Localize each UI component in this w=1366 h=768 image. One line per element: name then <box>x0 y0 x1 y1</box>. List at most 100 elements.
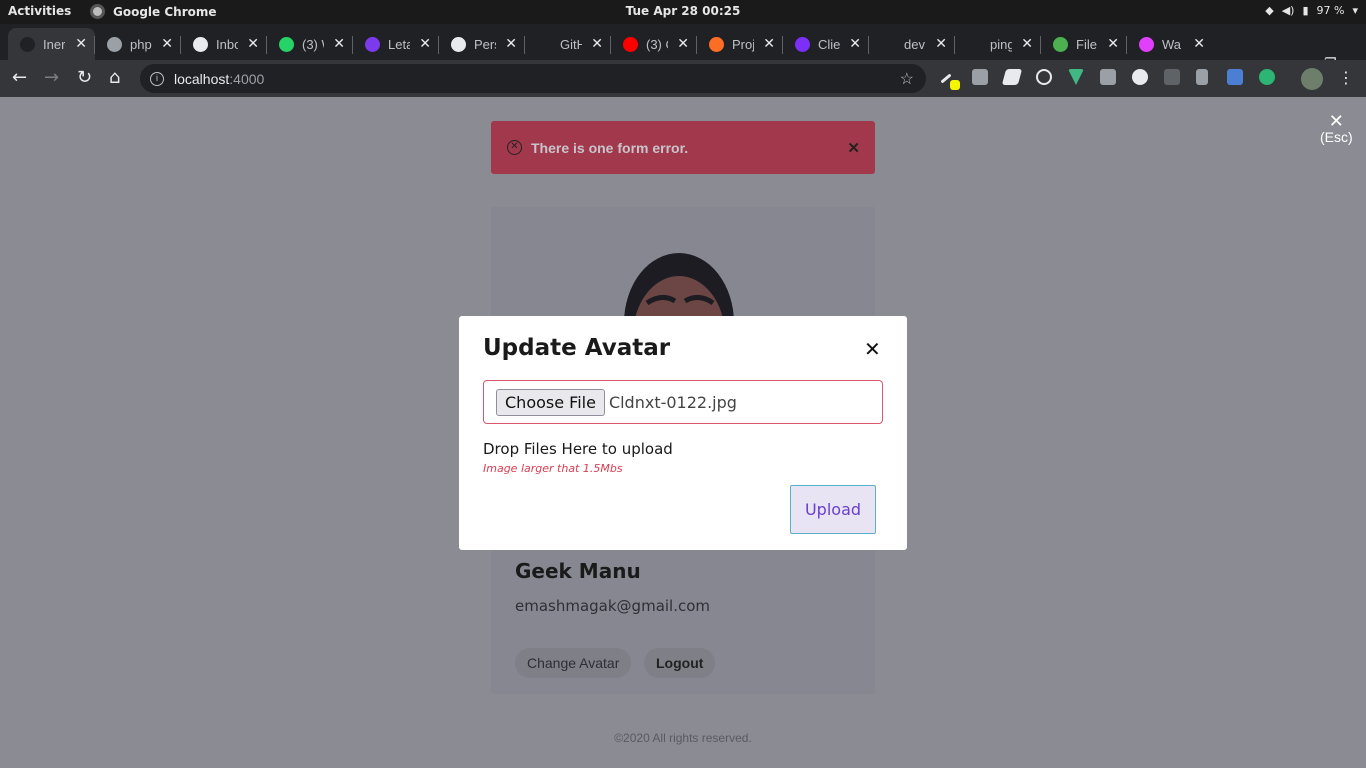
camera-extension-icon[interactable] <box>1100 69 1116 85</box>
tab-separator <box>1040 36 1041 54</box>
reload-icon[interactable]: ↻ <box>77 67 92 88</box>
choose-file-button[interactable]: Choose File <box>496 388 605 416</box>
bookmark-star-icon[interactable]: ☆ <box>900 69 914 89</box>
close-tab-icon[interactable]: ✕ <box>591 35 603 52</box>
tab-separator <box>782 36 783 54</box>
close-icon: ✕ <box>1328 111 1344 131</box>
react-devtools-icon[interactable] <box>1036 69 1052 85</box>
browser-tab[interactable]: Wa ✕ <box>1127 28 1213 60</box>
tab-favicon-icon <box>107 36 122 52</box>
tab-title: ping <box>990 36 1012 52</box>
address-bar[interactable]: i localhost:4000 ☆ <box>140 64 926 93</box>
browser-tab[interactable]: (3) C ✕ <box>611 28 697 60</box>
file-input[interactable]: Choose File Cldnxt-0122.jpg <box>483 380 883 424</box>
info-icon[interactable]: i <box>150 71 164 86</box>
tab-title: Leta <box>388 36 410 52</box>
close-tab-icon[interactable]: ✕ <box>1193 35 1205 52</box>
close-tab-icon[interactable]: ✕ <box>849 35 861 52</box>
browser-tab[interactable]: dev ✕ <box>869 28 955 60</box>
tab-favicon-icon <box>365 36 380 52</box>
tab-separator <box>352 36 353 54</box>
close-tab-icon[interactable]: ✕ <box>419 35 431 52</box>
tab-separator <box>610 36 611 54</box>
menu-kebab-icon[interactable]: ⋮ <box>1338 68 1354 87</box>
battery-percent: 97 % <box>1316 4 1345 17</box>
tab-separator <box>1126 36 1127 54</box>
browser-tab[interactable]: Proj ✕ <box>697 28 783 60</box>
close-tab-icon[interactable]: ✕ <box>1021 35 1033 52</box>
extension-icon-9[interactable] <box>1196 69 1208 85</box>
grammar-extension-icon[interactable] <box>1259 69 1275 85</box>
logout-button[interactable]: Logout <box>644 648 716 678</box>
tab-separator <box>180 36 181 54</box>
tab-favicon-icon <box>20 36 35 52</box>
extension-icon-7[interactable] <box>1132 69 1148 85</box>
profile-avatar[interactable] <box>1301 68 1323 90</box>
close-tab-icon[interactable]: ✕ <box>333 35 345 52</box>
form-error-alert: ✕ There is one form error. ✕ <box>491 121 875 174</box>
close-tab-icon[interactable]: ✕ <box>505 35 517 52</box>
close-tab-icon[interactable]: ✕ <box>75 35 87 52</box>
tab-title: Iner <box>43 36 65 52</box>
browser-tab[interactable]: Iner ✕ <box>8 28 95 60</box>
close-tab-icon[interactable]: ✕ <box>677 35 689 52</box>
tab-title: Clie <box>818 36 840 52</box>
browser-tab[interactable]: Inbox ✕ <box>181 28 267 60</box>
browser-tab[interactable]: Clie ✕ <box>783 28 869 60</box>
extension-icon-8[interactable] <box>1164 69 1180 85</box>
close-modal-esc[interactable]: ✕ (Esc) <box>1320 111 1353 145</box>
volume-icon: ◀) <box>1281 4 1295 17</box>
profile-name: Geek Manu <box>515 559 641 583</box>
browser-tab[interactable]: (3) W ✕ <box>267 28 353 60</box>
highlighter-extension-icon[interactable] <box>950 80 960 90</box>
browser-tab[interactable]: Pers ✕ <box>439 28 525 60</box>
forward-icon[interactable]: → <box>44 67 59 88</box>
extension-icon-3[interactable] <box>1001 69 1023 85</box>
app-menu[interactable]: Google Chrome <box>90 4 217 19</box>
tab-title: (3) C <box>646 36 668 52</box>
extension-icon-10[interactable] <box>1227 69 1243 85</box>
tab-title: Proj <box>732 36 754 52</box>
vue-devtools-icon[interactable] <box>1068 69 1084 85</box>
tab-separator <box>438 36 439 54</box>
browser-tab[interactable]: Leta ✕ <box>353 28 439 60</box>
close-tab-icon[interactable]: ✕ <box>1107 35 1119 52</box>
tab-separator <box>868 36 869 54</box>
tab-separator <box>524 36 525 54</box>
tab-separator <box>954 36 955 54</box>
modal-title: Update Avatar <box>483 335 671 361</box>
system-top-bar: Activities Google Chrome Tue Apr 28 00:2… <box>0 0 1366 24</box>
esc-label: (Esc) <box>1320 129 1353 145</box>
update-avatar-modal: Update Avatar ✕ Choose File Cldnxt-0122.… <box>459 316 907 550</box>
change-avatar-button[interactable]: Change Avatar <box>515 648 632 678</box>
url-port: :4000 <box>229 70 265 87</box>
chevron-down-icon: ▾ <box>1352 4 1358 17</box>
system-tray[interactable]: ◆ ◀) ▮ 97 % ▾ <box>1265 4 1358 17</box>
tab-favicon-icon <box>795 36 810 52</box>
alert-message: There is one form error. <box>531 139 689 156</box>
tab-favicon-icon <box>967 36 982 52</box>
tab-title: Wa <box>1162 36 1182 52</box>
upload-button[interactable]: Upload <box>790 485 876 534</box>
browser-tab[interactable]: php ✕ <box>95 28 181 60</box>
close-tab-icon[interactable]: ✕ <box>935 35 947 52</box>
close-tab-icon[interactable]: ✕ <box>247 35 259 52</box>
back-icon[interactable]: ← <box>12 67 27 88</box>
tab-favicon-icon <box>1053 36 1068 52</box>
tab-title: File <box>1076 36 1097 52</box>
activities-button[interactable]: Activities <box>8 4 71 18</box>
modal-close-icon[interactable]: ✕ <box>864 338 881 360</box>
wifi-icon: ◆ <box>1265 4 1274 17</box>
browser-tab[interactable]: File ✕ <box>1041 28 1127 60</box>
close-tab-icon[interactable]: ✕ <box>763 35 775 52</box>
close-tab-icon[interactable]: ✕ <box>161 35 173 52</box>
app-name: Google Chrome <box>113 4 217 19</box>
browser-tab[interactable]: ping ✕ <box>955 28 1041 60</box>
tab-favicon-icon <box>451 36 466 52</box>
browser-tab[interactable]: GitH ✕ <box>525 28 611 60</box>
drop-zone-label[interactable]: Drop Files Here to upload <box>483 440 673 458</box>
extension-icon-2[interactable] <box>972 69 988 85</box>
footer: ©2020 All rights reserved. <box>614 731 752 745</box>
home-icon[interactable]: ⌂ <box>109 67 120 88</box>
dismiss-alert-button[interactable]: ✕ <box>847 139 860 157</box>
